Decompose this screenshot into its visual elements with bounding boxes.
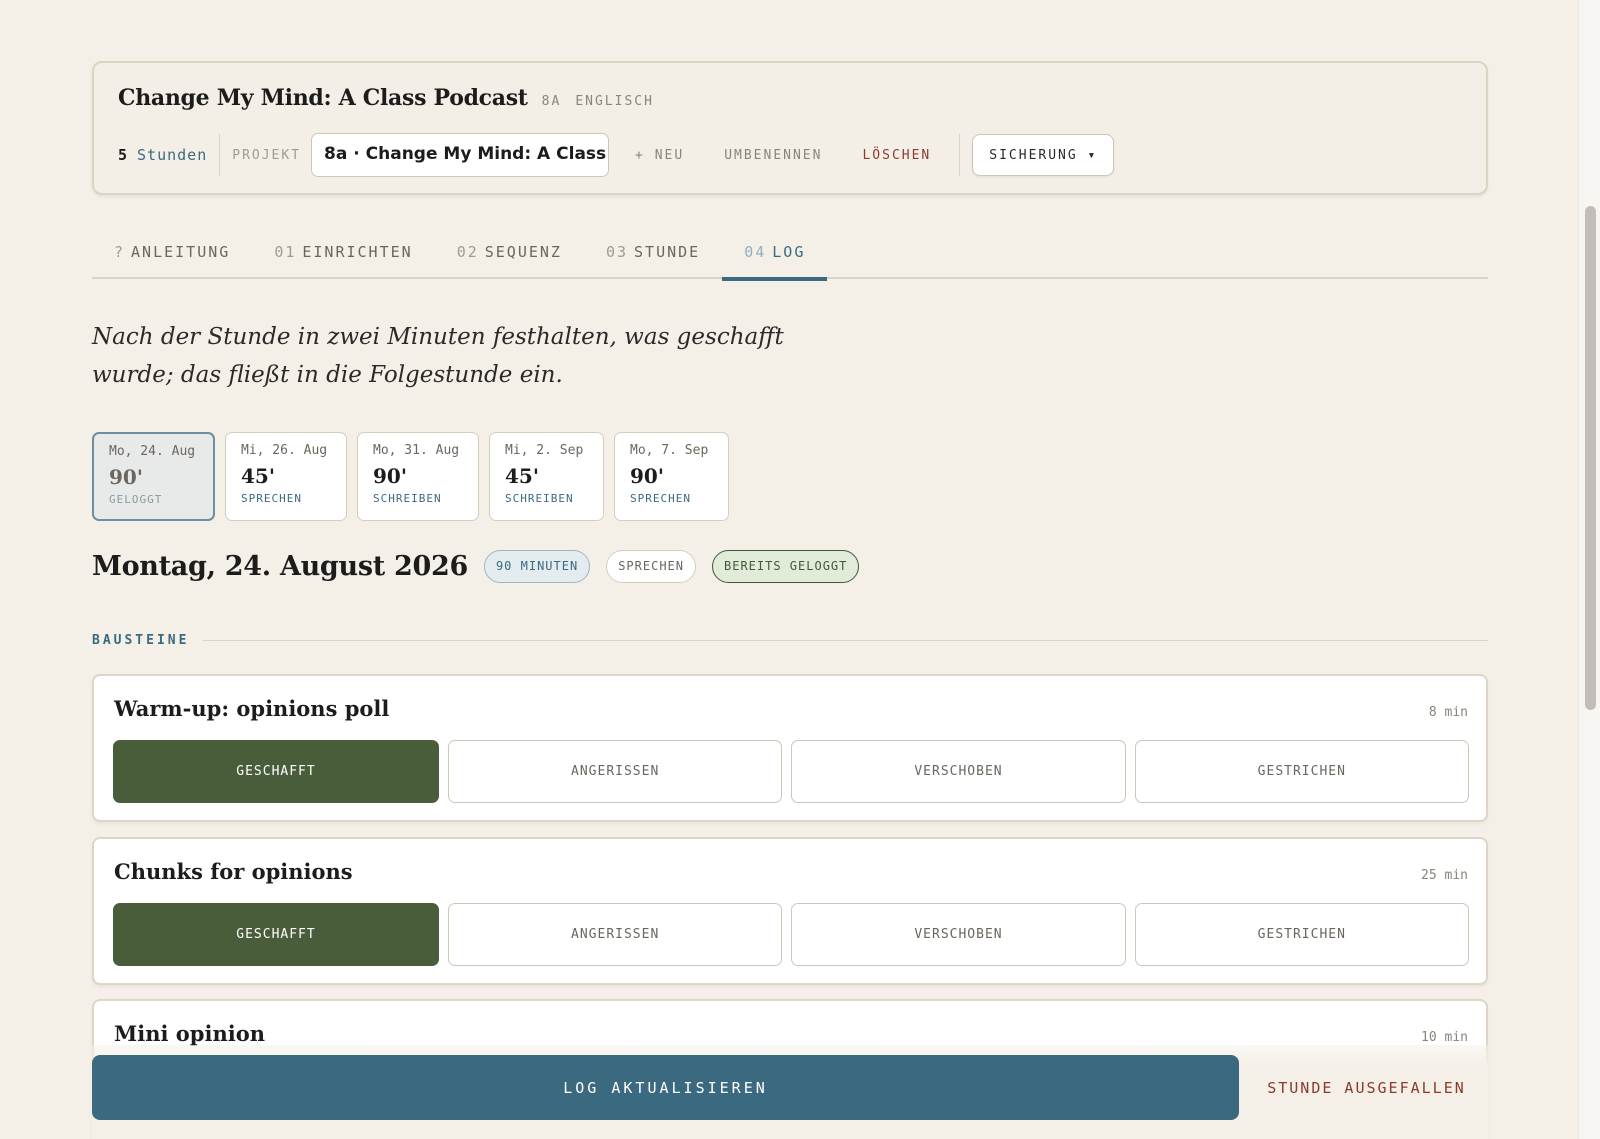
tab-anleitung[interactable]: ? ANLEITUNG (92, 232, 252, 279)
lesson-block: Chunks for opinions 25 min GESCHAFFT ANG… (92, 837, 1488, 985)
day-card[interactable]: Mi, 2. Sep 45' SCHREIBEN (489, 432, 604, 521)
section-divider (203, 640, 1488, 641)
project-toolbar: 5 Stunden PROJEKT 8a · Change My Mind: A… (118, 133, 1115, 177)
day-duration: 90' (630, 464, 664, 488)
day-type: SCHREIBEN (373, 492, 442, 505)
scrollbar-thumb[interactable] (1585, 206, 1596, 710)
class-tag: 8A (541, 94, 562, 109)
tab-number: 03 (605, 243, 629, 261)
tab-number: 04 (744, 243, 767, 261)
block-title: Mini opinion (114, 1021, 265, 1046)
tab-number: 02 (456, 243, 479, 261)
backup-dropdown-button[interactable]: SICHERUNG ▾ (972, 134, 1115, 176)
status-gestrichen-button[interactable]: GESTRICHEN (1134, 903, 1469, 966)
tab-einrichten[interactable]: 01 EINRICHTEN (252, 232, 434, 279)
lesson-cancelled-button[interactable]: STUNDE AUSGEFALLEN (1245, 1055, 1488, 1120)
day-duration: 90' (109, 465, 143, 489)
section-header: BAUSTEINE (92, 633, 1488, 648)
status-verschoben-button[interactable]: VERSCHOBEN (791, 903, 1126, 966)
day-type: GELOGGT (109, 493, 163, 506)
main-tabs: ? ANLEITUNG 01 EINRICHTEN 02 SEQUENZ 03 STUN… (92, 232, 1488, 281)
selected-day-title: Montag, 24. August 2026 (92, 551, 468, 582)
tab-label: EINRICHTEN (302, 243, 413, 261)
block-minutes: 8 min (1428, 705, 1468, 720)
project-field-label: PROJEKT (232, 147, 302, 163)
block-minutes: 25 min (1421, 868, 1468, 883)
day-date: Mo, 31. Aug (373, 443, 460, 458)
toolbar-divider (219, 134, 221, 176)
subject-tag: ENGLISCH (575, 94, 654, 109)
day-type: SPRECHEN (630, 492, 691, 505)
tab-label: LOG (772, 243, 806, 261)
day-duration: 45' (241, 464, 275, 488)
toolbar-divider (959, 134, 961, 176)
tab-label: STUNDE (634, 243, 701, 261)
tab-log[interactable]: 04 LOG (722, 232, 828, 281)
tab-label: SEQUENZ (484, 243, 562, 261)
delete-project-button[interactable]: LÖSCHEN (862, 148, 931, 163)
hours-label: Stunden (137, 146, 208, 164)
project-header: Change My Mind: A Class Podcast 8A ENGLI… (92, 61, 1488, 195)
lesson-day-list: Mo, 24. Aug 90' GELOGGT Mi, 26. Aug 45' … (92, 432, 729, 521)
day-type: SPRECHEN (241, 492, 302, 505)
rename-project-button[interactable]: UMBENENNEN (724, 148, 822, 163)
duration-badge: 90 MINUTEN (483, 550, 591, 583)
selected-day-header: Montag, 24. August 2026 90 MINUTEN SPREC… (92, 550, 860, 583)
tab-number: 01 (274, 243, 297, 261)
tab-sequenz[interactable]: 02 SEQUENZ (435, 232, 584, 279)
block-title: Warm-up: opinions poll (114, 696, 390, 721)
status-geschafft-button[interactable]: GESCHAFFT (113, 740, 439, 803)
section-label: BAUSTEINE (92, 633, 190, 648)
lesson-block: Warm-up: opinions poll 8 min GESCHAFFT A… (92, 674, 1488, 822)
project-title-row: Change My Mind: A Class Podcast 8A ENGLI… (118, 85, 654, 111)
type-badge: SPRECHEN (606, 550, 696, 583)
block-status-options: GESCHAFFT ANGERISSEN VERSCHOBEN GESTRICH… (113, 740, 1469, 803)
block-minutes: 10 min (1421, 1030, 1468, 1045)
tab-label: ANLEITUNG (131, 243, 231, 261)
day-duration: 45' (505, 464, 539, 488)
day-date: Mi, 26. Aug (241, 443, 328, 458)
hours-count: 5 (118, 146, 128, 164)
intro-text: Nach der Stunde in zwei Minuten festhalt… (92, 324, 784, 388)
block-status-options: GESCHAFFT ANGERISSEN VERSCHOBEN GESTRICH… (113, 903, 1469, 966)
day-card[interactable]: Mi, 26. Aug 45' SPRECHEN (225, 432, 347, 521)
tab-number: ? (114, 243, 126, 261)
status-gestrichen-button[interactable]: GESTRICHEN (1134, 740, 1469, 803)
project-select[interactable]: 8a · Change My Mind: A Class Po (311, 133, 610, 177)
day-date: Mi, 2. Sep (505, 443, 584, 458)
status-geschafft-button[interactable]: GESCHAFFT (113, 903, 439, 966)
day-date: Mo, 24. Aug (109, 444, 196, 459)
block-title: Chunks for opinions (114, 859, 353, 884)
status-angerissen-button[interactable]: ANGERISSEN (448, 903, 783, 966)
day-card[interactable]: Mo, 7. Sep 90' SPRECHEN (614, 432, 729, 521)
day-card[interactable]: Mo, 31. Aug 90' SCHREIBEN (357, 432, 479, 521)
new-project-button[interactable]: + NEU (635, 148, 684, 163)
day-type: SCHREIBEN (505, 492, 574, 505)
status-verschoben-button[interactable]: VERSCHOBEN (791, 740, 1126, 803)
project-title: Change My Mind: A Class Podcast (118, 85, 528, 111)
status-angerissen-button[interactable]: ANGERISSEN (448, 740, 783, 803)
update-log-button[interactable]: LOG AKTUALISIEREN (92, 1055, 1239, 1120)
day-duration: 90' (373, 464, 407, 488)
tab-stunde[interactable]: 03 STUNDE (584, 232, 722, 279)
day-date: Mo, 7. Sep (630, 443, 709, 458)
day-card[interactable]: Mo, 24. Aug 90' GELOGGT (92, 432, 215, 521)
status-badge: BEREITS GELOGGT (712, 550, 860, 583)
